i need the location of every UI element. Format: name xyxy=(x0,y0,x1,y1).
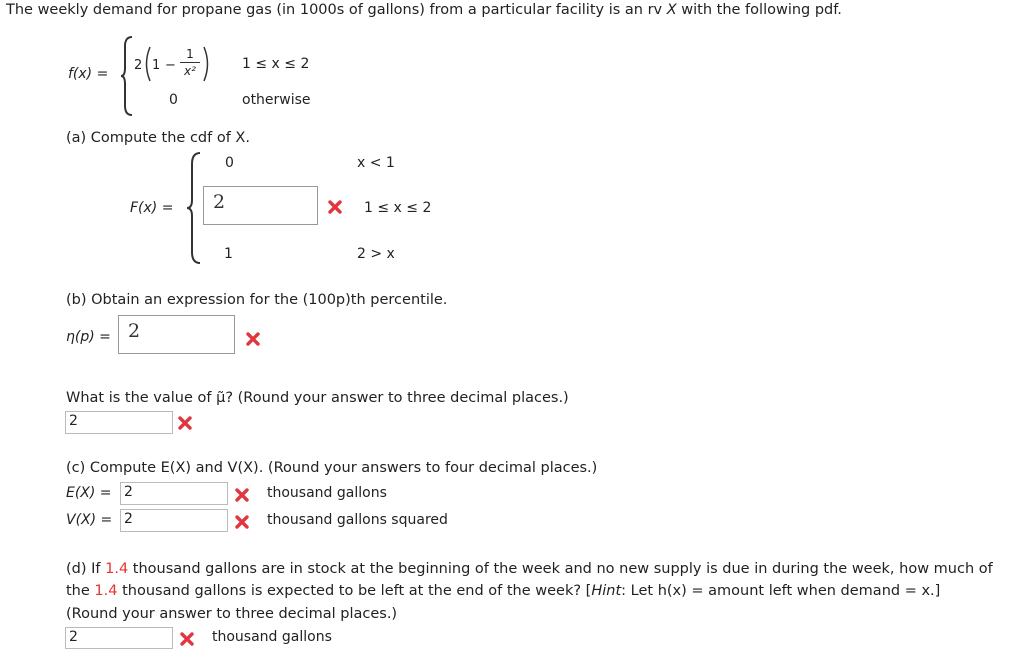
cdf-answer-input[interactable]: 2 xyxy=(203,186,318,225)
part-b-prompt: (b) Obtain an expression for the (100p)t… xyxy=(66,292,448,308)
right-paren xyxy=(203,46,209,82)
fraction-numerator: 1 xyxy=(186,47,194,61)
cdf-label: F(x) = xyxy=(130,200,174,216)
ex-unit: thousand gallons xyxy=(267,485,387,501)
vx-input[interactable]: 2 xyxy=(120,509,228,532)
part-d-line1: (d) If 1.4 thousand gallons are in stock… xyxy=(66,561,993,577)
fraction-bar xyxy=(180,62,200,63)
percentile-value[interactable]: 2 xyxy=(128,320,140,342)
leftover-value[interactable]: 2 xyxy=(69,629,78,645)
vx-unit: thousand gallons squared xyxy=(267,512,448,528)
stock-amount: 1.4 xyxy=(94,583,118,599)
cdf-brace xyxy=(186,152,201,264)
incorrect-icon xyxy=(180,632,196,648)
ex-input[interactable]: 2 xyxy=(120,482,228,505)
median-value[interactable]: 2 xyxy=(69,413,78,429)
percentile-label: η(p) = xyxy=(66,329,111,345)
part-a-prompt: (a) Compute the cdf of X. xyxy=(66,130,250,146)
median-input[interactable]: 2 xyxy=(65,411,173,434)
incorrect-icon xyxy=(178,416,194,432)
stock-amount: 1.4 xyxy=(105,561,129,577)
part-d-text: the xyxy=(66,583,95,599)
leftover-unit: thousand gallons xyxy=(212,629,332,645)
hint-text: : Let h(x) = amount left when demand = x… xyxy=(621,583,941,599)
pdf-fraction: 1 x² xyxy=(180,47,200,78)
problem-intro: The weekly demand for propane gas (in 10… xyxy=(6,2,842,18)
incorrect-icon xyxy=(246,332,262,348)
cdf-answer-value[interactable]: 2 xyxy=(213,191,225,213)
incorrect-icon xyxy=(235,515,251,531)
part-d-text: thousand gallons is expected to be left … xyxy=(117,583,592,599)
cdf-row1-condition: x < 1 xyxy=(357,155,395,171)
left-paren xyxy=(145,46,151,82)
intro-text-end: with the following pdf. xyxy=(676,2,842,18)
pdf-case2-value: 0 xyxy=(169,92,178,108)
vx-value[interactable]: 2 xyxy=(124,511,133,527)
pdf-minus: − xyxy=(165,58,176,73)
pdf-label: f(x) = xyxy=(68,66,109,82)
intro-var: X xyxy=(666,2,677,18)
pdf-brace xyxy=(120,36,133,116)
part-d-text: thousand gallons are in stock at the beg… xyxy=(128,561,993,577)
pdf-case1-condition: 1 ≤ x ≤ 2 xyxy=(242,56,310,72)
cdf-row3-condition: 2 > x xyxy=(357,246,395,262)
vx-label: V(X) = xyxy=(66,512,113,528)
percentile-input[interactable]: 2 xyxy=(118,315,235,354)
part-d-text: (d) If xyxy=(66,561,106,577)
intro-text: The weekly demand for propane gas (in 10… xyxy=(6,2,667,18)
incorrect-icon xyxy=(235,488,251,504)
pdf-one: 1 xyxy=(152,58,161,73)
fraction-denominator: x² xyxy=(184,64,196,78)
leftover-input[interactable]: 2 xyxy=(65,627,173,649)
median-prompt: What is the value of μ̃? (Round your ans… xyxy=(66,390,569,406)
incorrect-icon xyxy=(328,200,344,216)
pdf-case2-condition: otherwise xyxy=(242,92,311,108)
ex-value[interactable]: 2 xyxy=(124,484,133,500)
ex-label: E(X) = xyxy=(66,485,112,501)
part-c-prompt: (c) Compute E(X) and V(X). (Round your a… xyxy=(66,460,598,476)
hint-label: Hint xyxy=(591,583,622,599)
cdf-row2-condition: 1 ≤ x ≤ 2 xyxy=(364,200,432,216)
part-d-line3: (Round your answer to three decimal plac… xyxy=(66,606,398,622)
part-d-line2: the 1.4 thousand gallons is expected to … xyxy=(66,583,940,599)
cdf-row1-value: 0 xyxy=(225,155,234,171)
cdf-row3-value: 1 xyxy=(224,246,233,262)
